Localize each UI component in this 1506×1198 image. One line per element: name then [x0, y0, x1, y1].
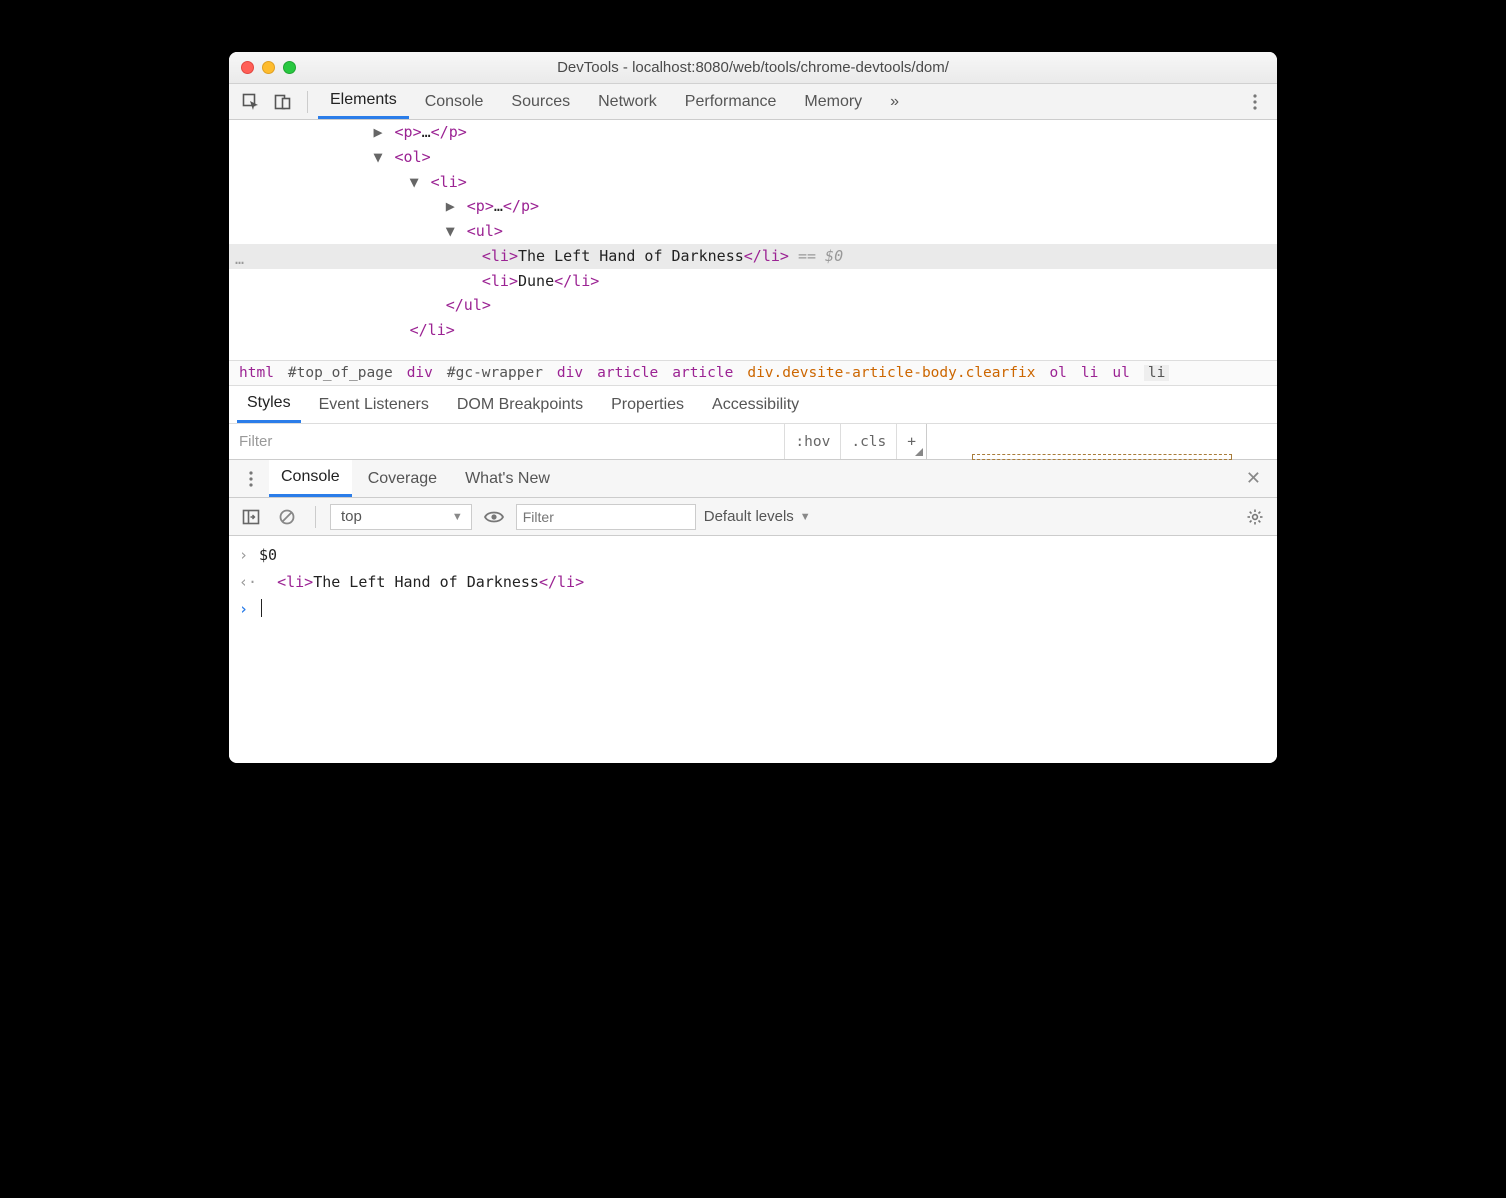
dom-node[interactable]: ▼ <li>: [229, 170, 1277, 195]
tab-sources[interactable]: Sources: [499, 84, 582, 119]
styles-filter-input[interactable]: [229, 424, 785, 459]
console-input-echo-line: › $0: [229, 542, 1277, 569]
console-sidebar-toggle-icon[interactable]: [237, 503, 265, 531]
breadcrumb-item[interactable]: div: [407, 365, 433, 381]
close-window-button[interactable]: [241, 61, 254, 74]
breadcrumb-item[interactable]: article: [672, 365, 733, 381]
toggle-cls-button[interactable]: .cls: [841, 424, 897, 459]
breadcrumb-item[interactable]: div.devsite-article-body.clearfix: [747, 365, 1035, 381]
drawer-tabbar: Console Coverage What's New ✕: [229, 460, 1277, 498]
tag-close: </li>: [539, 573, 584, 591]
log-levels-label: Default levels: [704, 508, 794, 525]
text-cursor: [261, 599, 262, 617]
window-title: DevTools - localhost:8080/web/tools/chro…: [239, 59, 1267, 76]
console-result-line: ‹· <li>The Left Hand of Darkness</li>: [229, 569, 1277, 596]
expand-icon[interactable]: ›: [239, 542, 259, 569]
settings-menu-icon[interactable]: [1241, 88, 1269, 116]
main-tabbar: Elements Console Sources Network Perform…: [229, 84, 1277, 120]
breadcrumb-item[interactable]: ul: [1112, 365, 1129, 381]
execution-context-value: top: [341, 508, 362, 525]
tab-performance[interactable]: Performance: [673, 84, 789, 119]
chevron-down-icon: ▼: [800, 511, 811, 523]
minimize-window-button[interactable]: [262, 61, 275, 74]
console-prompt[interactable]: ›: [229, 596, 1277, 623]
zoom-window-button[interactable]: [283, 61, 296, 74]
devtools-window: DevTools - localhost:8080/web/tools/chro…: [229, 52, 1277, 763]
subtab-properties[interactable]: Properties: [601, 386, 694, 423]
subtab-accessibility[interactable]: Accessibility: [702, 386, 809, 423]
dom-node[interactable]: </ul>: [229, 293, 1277, 318]
execution-context-selector[interactable]: top ▼: [330, 504, 472, 530]
subtab-event-listeners[interactable]: Event Listeners: [309, 386, 439, 423]
tag-open: <li>: [277, 573, 313, 591]
dom-tree[interactable]: ▶ <p>…</p> ▼ <ol> ▼ <li> ▶ <p>…</p> ▼ <u…: [229, 120, 1277, 360]
new-style-rule-button[interactable]: +: [897, 424, 927, 459]
breadcrumb-item[interactable]: article: [597, 365, 658, 381]
titlebar: DevTools - localhost:8080/web/tools/chro…: [229, 52, 1277, 84]
dom-node[interactable]: ▼ <ul>: [229, 219, 1277, 244]
drawer-tab-coverage[interactable]: Coverage: [356, 460, 449, 497]
inspect-element-icon[interactable]: [237, 88, 265, 116]
console-settings-icon[interactable]: [1241, 503, 1269, 531]
subtab-dom-breakpoints[interactable]: DOM Breakpoints: [447, 386, 593, 423]
breadcrumb-item[interactable]: #gc-wrapper: [447, 365, 543, 381]
tab-network[interactable]: Network: [586, 84, 669, 119]
device-toolbar-icon[interactable]: [269, 88, 297, 116]
dom-breadcrumbs: html #top_of_page div #gc-wrapper div article…: [229, 360, 1277, 386]
dom-node[interactable]: ▶ <p>…</p>: [229, 194, 1277, 219]
console-expression: $0: [259, 542, 277, 569]
divider: [315, 506, 316, 528]
tabs-overflow[interactable]: »: [878, 84, 911, 119]
subtab-styles[interactable]: Styles: [237, 386, 301, 423]
styles-filter-row: :hov .cls +: [229, 424, 1277, 460]
breadcrumb-item[interactable]: li: [1081, 365, 1098, 381]
node-text: The Left Hand of Darkness: [313, 573, 539, 591]
box-model-preview: [927, 424, 1277, 459]
breadcrumb-item[interactable]: div: [557, 365, 583, 381]
result-icon: ‹·: [239, 569, 259, 596]
clear-console-icon[interactable]: [273, 503, 301, 531]
toggle-hov-button[interactable]: :hov: [785, 424, 841, 459]
drawer-menu-icon[interactable]: [237, 465, 265, 493]
tab-elements[interactable]: Elements: [318, 84, 409, 119]
chevron-down-icon: ▼: [452, 511, 463, 523]
tab-memory[interactable]: Memory: [792, 84, 874, 119]
console-filter-input[interactable]: [516, 504, 696, 530]
breadcrumb-item[interactable]: #top_of_page: [288, 365, 393, 381]
log-levels-selector[interactable]: Default levels ▼: [704, 508, 811, 525]
drawer-tab-whats-new[interactable]: What's New: [453, 460, 562, 497]
live-expression-icon[interactable]: [480, 503, 508, 531]
dom-node-selected[interactable]: <li>The Left Hand of Darkness</li> == $0: [229, 244, 1277, 269]
breadcrumb-item[interactable]: ol: [1049, 365, 1066, 381]
drawer-tab-console[interactable]: Console: [269, 460, 352, 497]
dom-node[interactable]: </li>: [229, 318, 1277, 343]
prompt-icon: ›: [239, 596, 259, 623]
breadcrumb-item[interactable]: li: [1144, 365, 1169, 381]
dom-node[interactable]: ▶ <p>…</p>: [229, 120, 1277, 145]
console-toolbar: top ▼ Default levels ▼: [229, 498, 1277, 536]
window-controls: [241, 61, 296, 74]
dom-node[interactable]: ▼ <ol>: [229, 145, 1277, 170]
console-output[interactable]: › $0 ‹· <li>The Left Hand of Darkness</l…: [229, 536, 1277, 763]
divider: [307, 91, 308, 113]
styles-tabbar: Styles Event Listeners DOM Breakpoints P…: [229, 386, 1277, 424]
tab-console[interactable]: Console: [413, 84, 496, 119]
breadcrumb-item[interactable]: html: [239, 365, 274, 381]
dom-node[interactable]: <li>Dune</li>: [229, 269, 1277, 294]
close-drawer-button[interactable]: ✕: [1238, 464, 1269, 493]
